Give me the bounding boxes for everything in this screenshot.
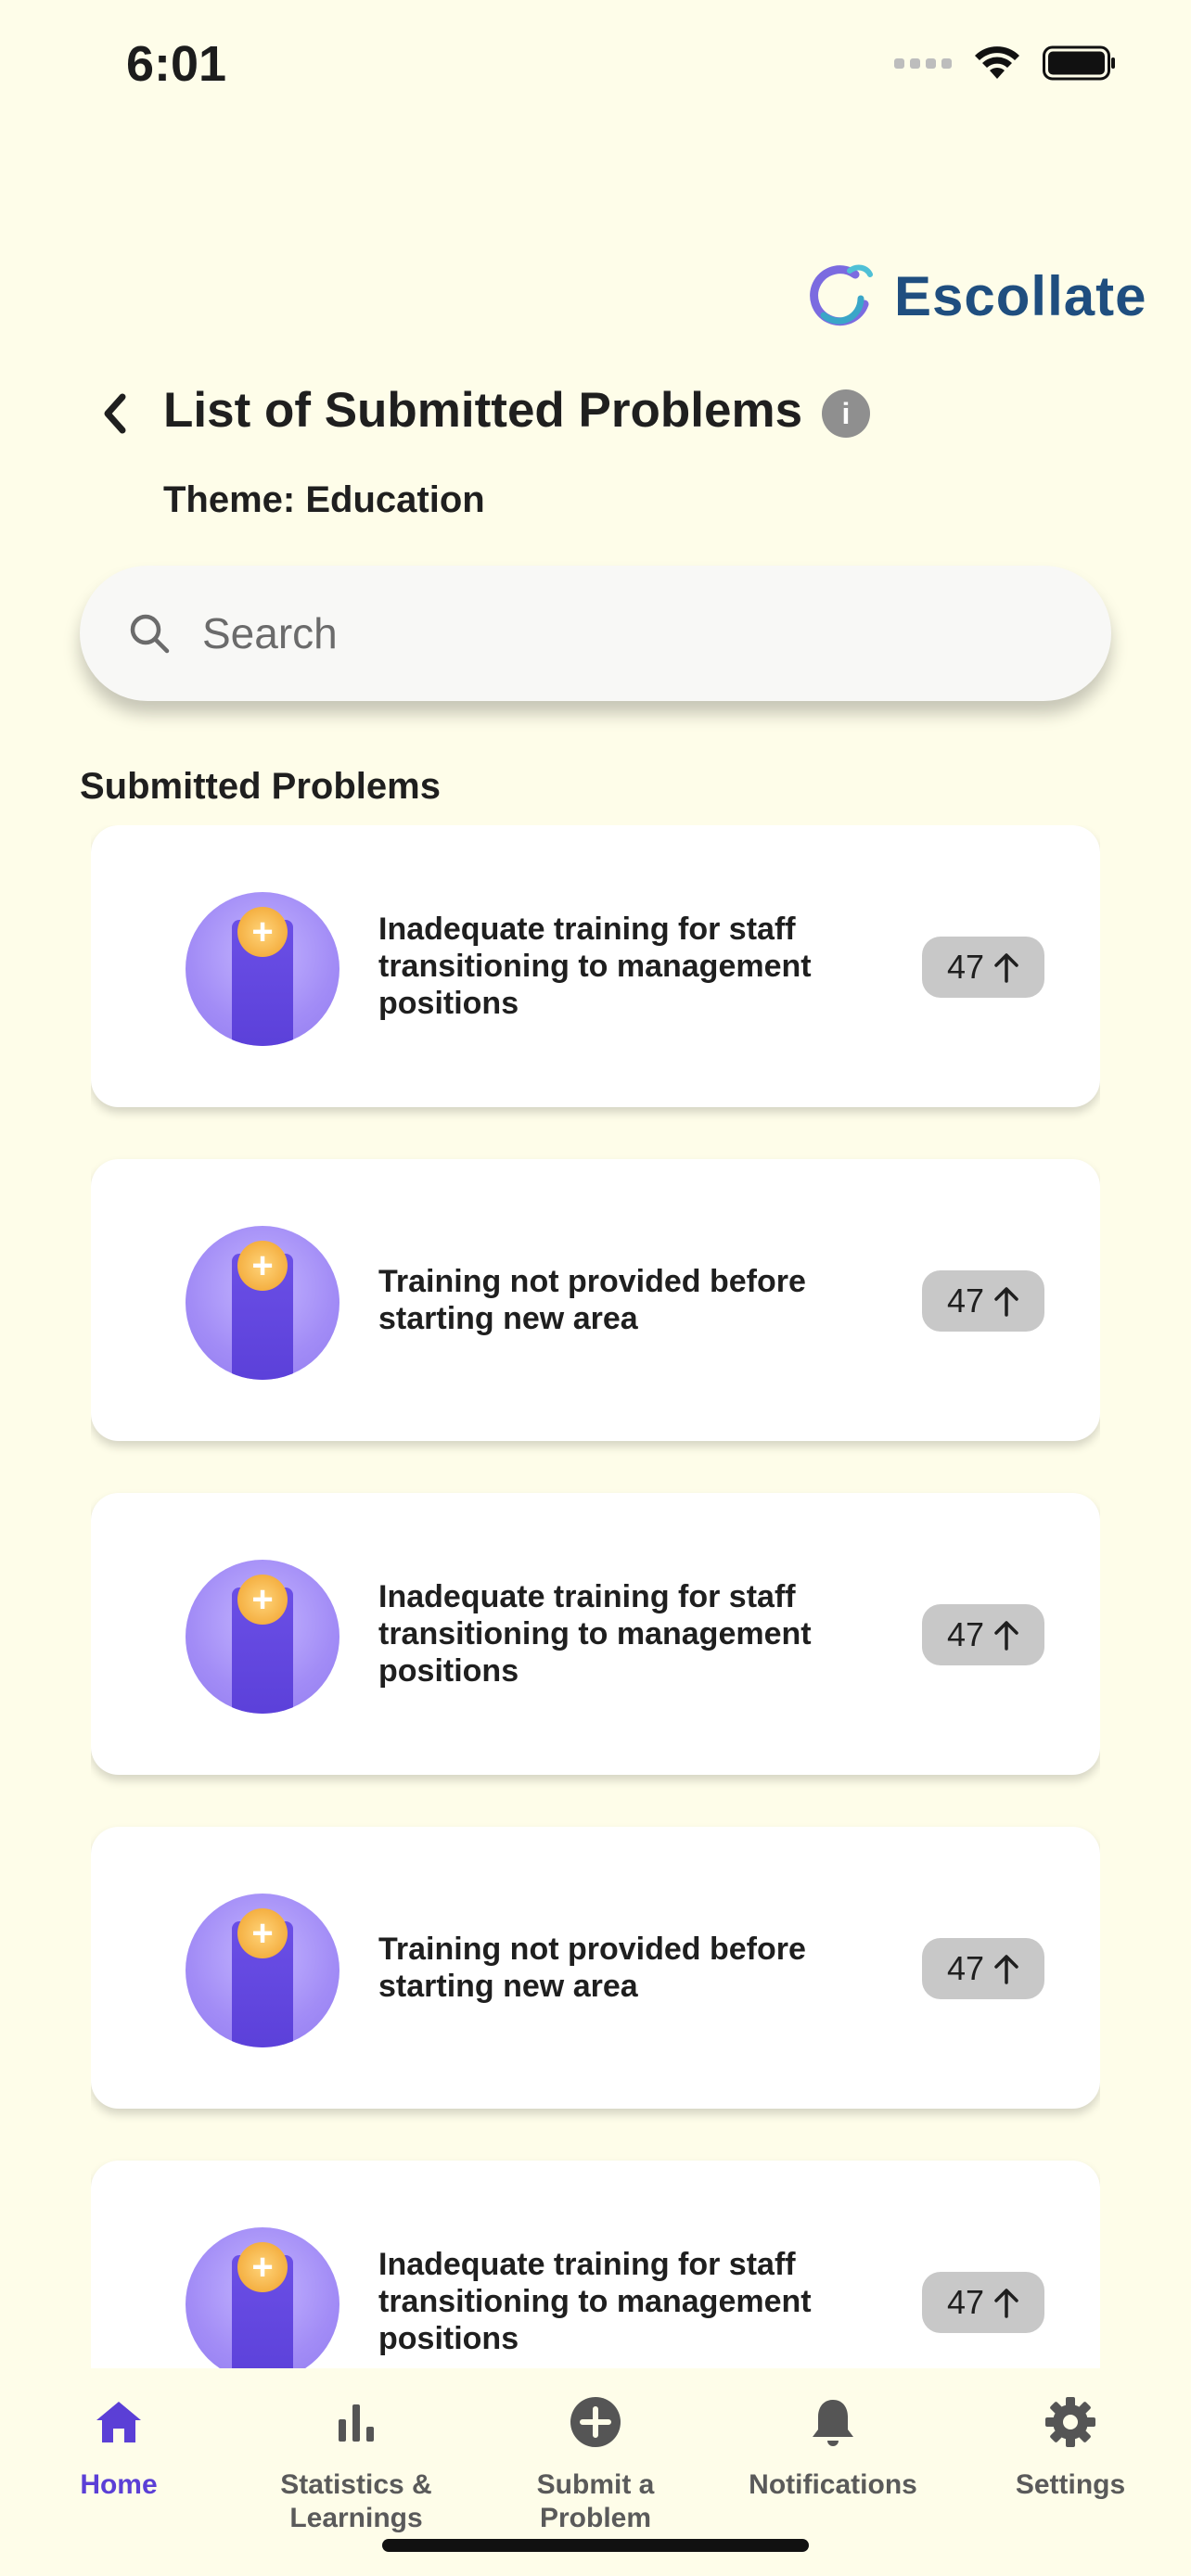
vote-count: 47 (946, 2283, 985, 2321)
upvote-button[interactable]: 47 (922, 1938, 1044, 1999)
upvote-button[interactable]: 47 (922, 937, 1044, 998)
problem-title: Training not provided before starting ne… (378, 1264, 806, 1336)
bell-icon (807, 2396, 859, 2448)
bar-chart-icon (330, 2396, 382, 2448)
arrow-up-icon (994, 953, 1018, 983)
tab-label-submit: Submit a Problem (536, 2469, 655, 2533)
info-icon[interactable]: i (822, 389, 870, 438)
tab-label-notifications: Notifications (749, 2469, 917, 2500)
tab-statistics[interactable]: Statistics & Learnings (254, 2396, 458, 2535)
upvote-button[interactable]: 47 (922, 1270, 1044, 1332)
clipboard-plus-icon: + (186, 892, 339, 1046)
problem-title: Training not provided before starting ne… (378, 1932, 806, 2004)
search-bar[interactable] (80, 566, 1111, 701)
vote-count: 47 (946, 1615, 985, 1653)
problem-card[interactable]: + Training not provided before starting … (91, 1159, 1100, 1441)
arrow-up-icon (994, 1955, 1018, 1984)
search-icon (130, 614, 170, 654)
tab-label-home: Home (80, 2469, 158, 2500)
brand-name: Escollate (894, 264, 1147, 327)
upvote-button[interactable]: 47 (922, 2272, 1044, 2333)
brand-logo-icon (810, 264, 873, 326)
status-time: 6:01 (126, 36, 227, 92)
tab-label-settings: Settings (1015, 2469, 1126, 2500)
cellular-signal-icon (894, 57, 952, 69)
tab-submit[interactable]: Submit a Problem (493, 2396, 698, 2535)
home-icon (93, 2396, 145, 2448)
tab-home[interactable]: Home (17, 2396, 221, 2502)
arrow-up-icon (994, 2289, 1018, 2318)
section-title: Submitted Problems (80, 766, 441, 807)
search-input[interactable] (200, 607, 1039, 659)
home-indicator[interactable] (382, 2539, 809, 2552)
tab-label-statistics: Statistics & Learnings (280, 2469, 432, 2533)
arrow-up-icon (994, 1287, 1018, 1317)
theme-label: Theme: Education (163, 479, 485, 520)
chevron-left-icon (104, 393, 126, 434)
status-icons (894, 45, 1117, 82)
problem-title: Inadequate training for staff transition… (378, 912, 812, 1021)
tab-notifications[interactable]: Notifications (731, 2396, 935, 2502)
back-button[interactable] (100, 386, 141, 441)
gear-icon (1044, 2396, 1096, 2448)
battery-icon (1043, 45, 1115, 81)
vote-count: 47 (946, 948, 985, 986)
vote-count: 47 (946, 1282, 985, 1320)
plus-circle-icon (570, 2396, 621, 2448)
tab-settings[interactable]: Settings (968, 2396, 1172, 2502)
arrow-up-icon (994, 1621, 1018, 1651)
upvote-button[interactable]: 47 (922, 1604, 1044, 1665)
page-title: List of Submitted Problems (163, 383, 803, 438)
vote-count: 47 (946, 1949, 985, 1987)
clipboard-plus-icon: + (186, 1894, 339, 2047)
brand-logo: Escollate (800, 261, 1146, 330)
wifi-icon (975, 46, 1019, 79)
status-bar: 6:01 (0, 0, 1191, 139)
problem-title: Inadequate training for staff transition… (378, 2247, 812, 2356)
problem-card[interactable]: + Inadequate training for staff transiti… (91, 2161, 1100, 2368)
clipboard-plus-icon: + (186, 1560, 339, 1714)
clipboard-plus-icon: + (186, 2227, 339, 2368)
problem-card[interactable]: + Inadequate training for staff transiti… (91, 1493, 1100, 1775)
problem-list[interactable]: + Inadequate training for staff transiti… (91, 825, 1100, 2368)
clipboard-plus-icon: + (186, 1226, 339, 1380)
problem-card[interactable]: + Inadequate training for staff transiti… (91, 825, 1100, 1107)
problem-title: Inadequate training for staff transition… (378, 1579, 812, 1689)
problem-card[interactable]: + Training not provided before starting … (91, 1827, 1100, 2109)
